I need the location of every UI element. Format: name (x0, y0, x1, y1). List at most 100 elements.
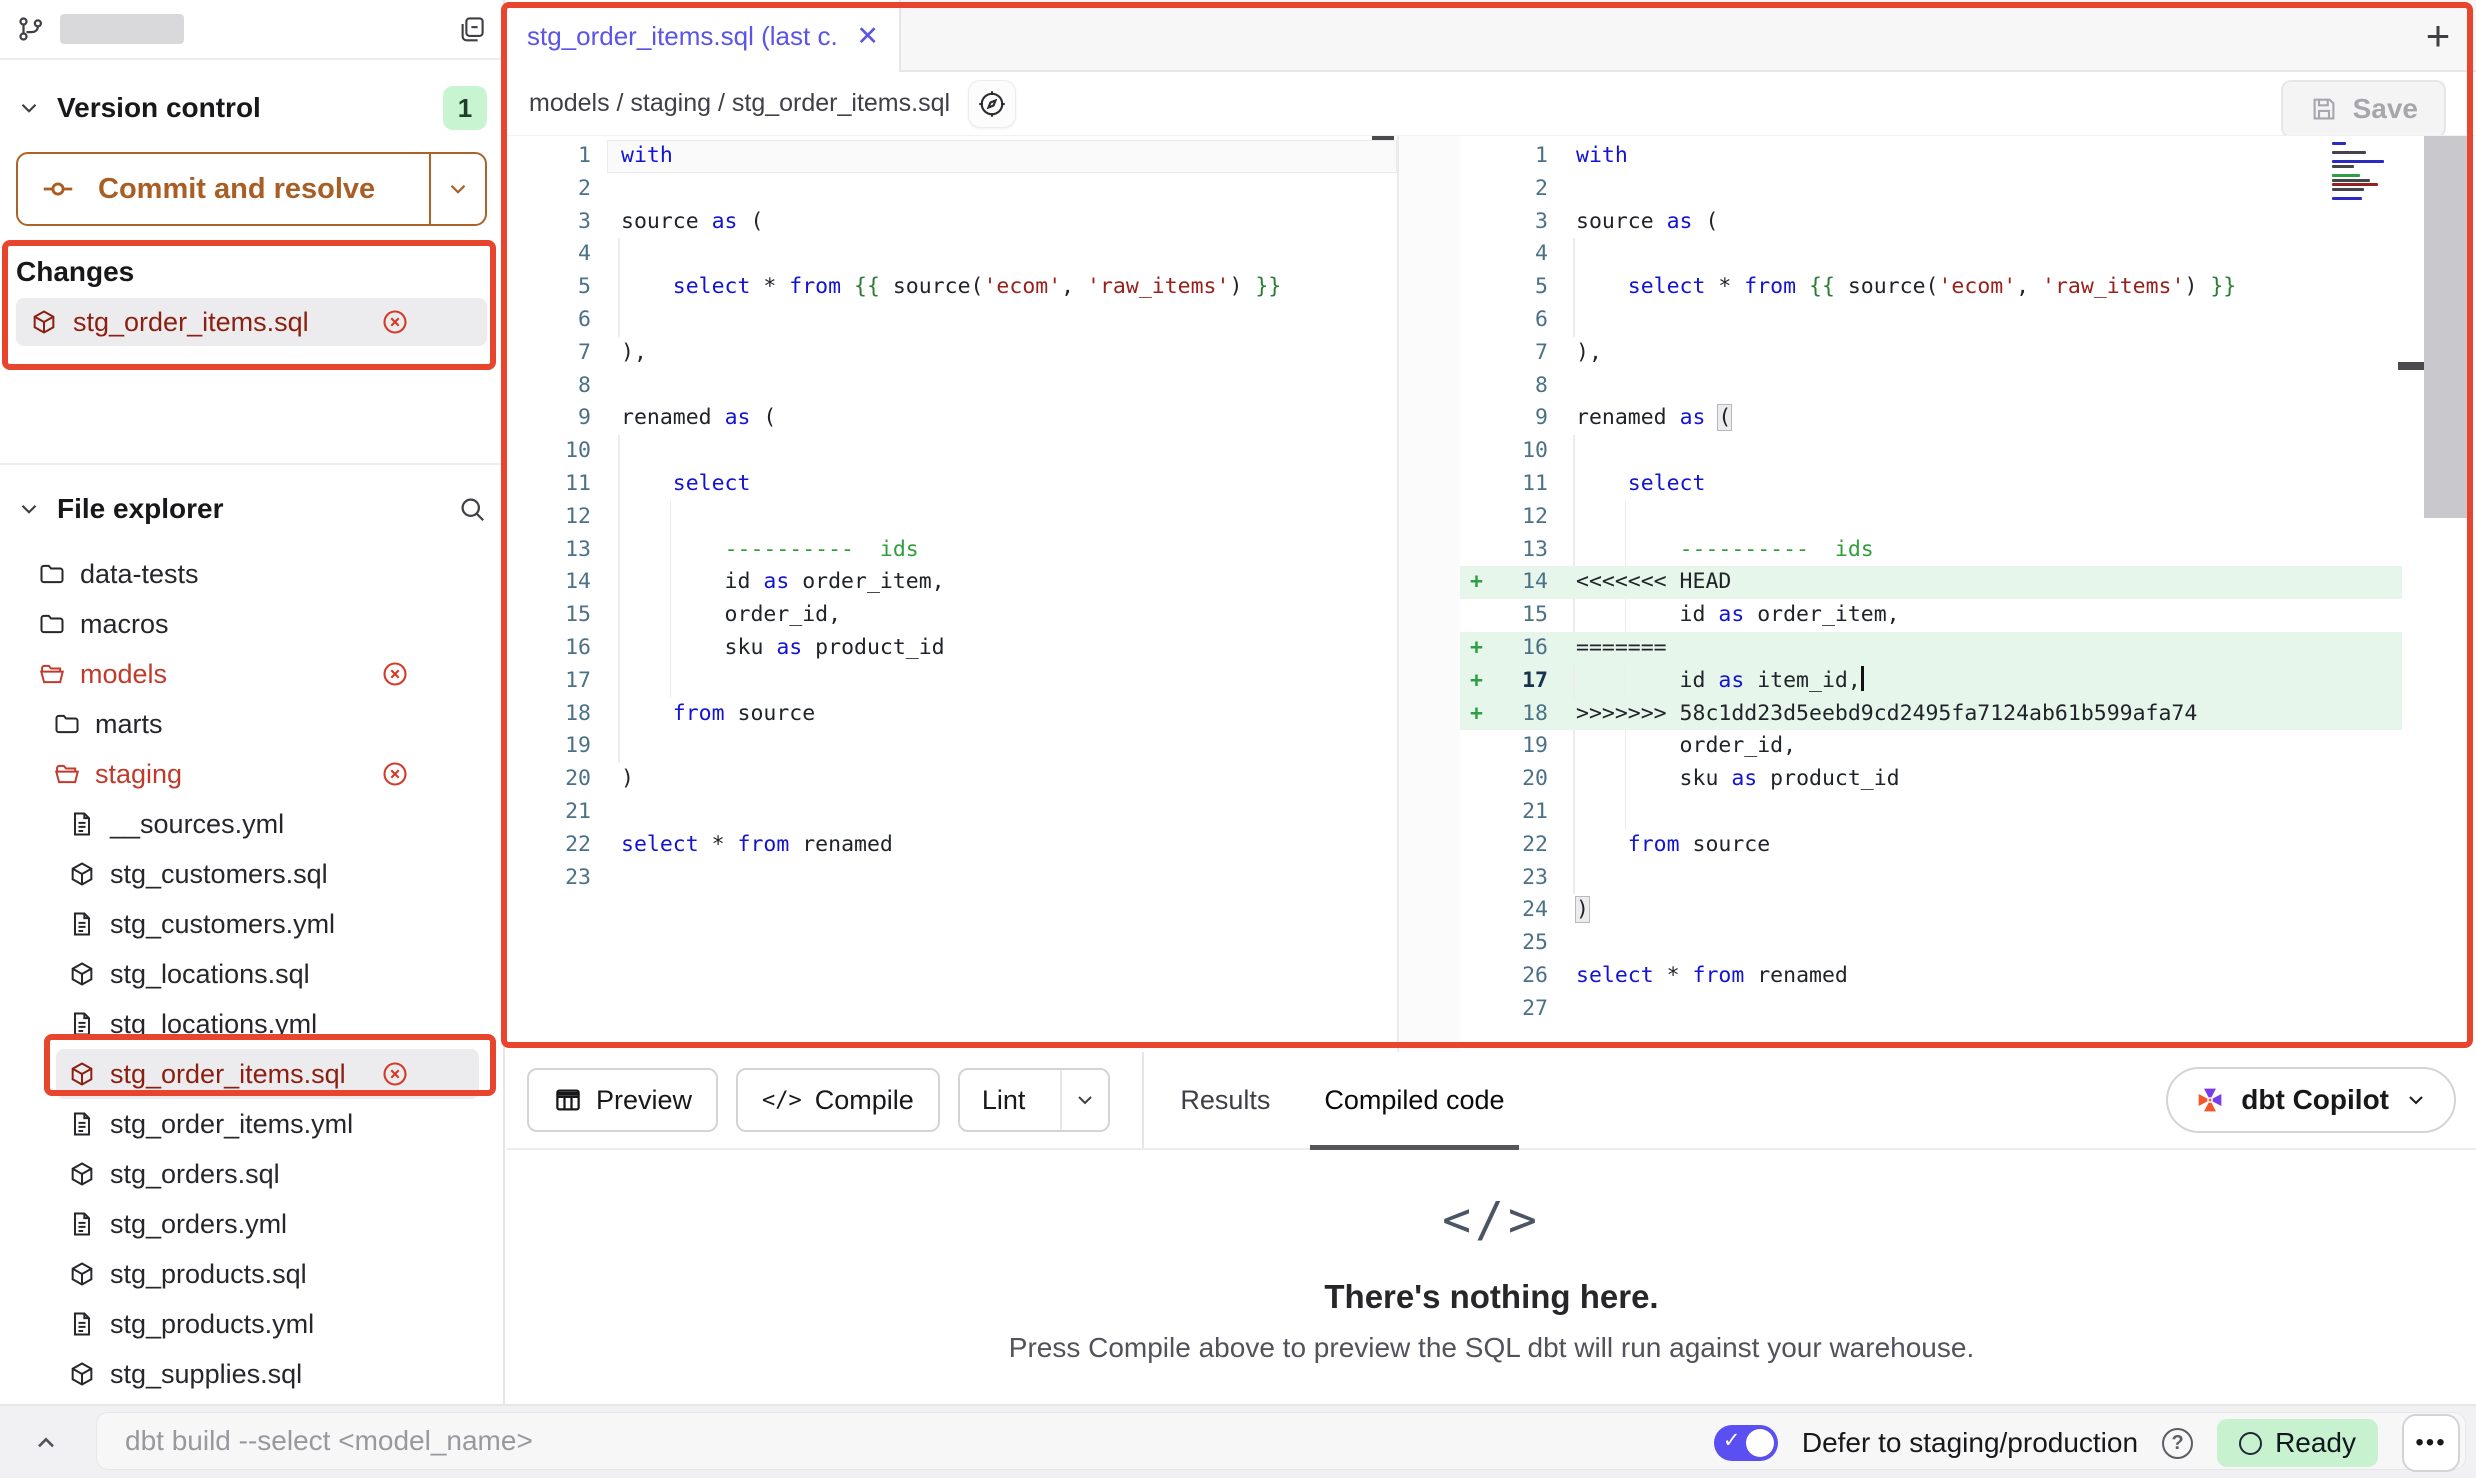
code-line[interactable]: 13 ---------- ids (1460, 534, 2402, 567)
code-line[interactable]: 11 select (1460, 468, 2402, 501)
code-line[interactable]: 8 (1460, 370, 2402, 403)
compass-icon[interactable] (968, 80, 1016, 128)
code-line[interactable]: 5 select * from {{ source('ecom', 'raw_i… (1460, 271, 2402, 304)
code-line[interactable]: 14 id as order_item, (507, 566, 1397, 599)
code-line[interactable]: 11 select (507, 468, 1397, 501)
save-button[interactable]: Save (2281, 80, 2446, 138)
file-tree-item-stg-orders-sql[interactable]: stg_orders.sql (16, 1149, 487, 1199)
code-line[interactable]: 9renamed as ( (507, 402, 1397, 435)
file-tree-item-staging[interactable]: staging (16, 749, 487, 799)
code-line[interactable]: 9renamed as ( (1460, 402, 2402, 435)
close-tab-icon[interactable]: ✕ (856, 21, 879, 52)
code-line[interactable]: 2 (1460, 173, 2402, 206)
code-line[interactable]: 13 ---------- ids (507, 534, 1397, 567)
code-line[interactable]: 27 (1460, 993, 2402, 1026)
defer-toggle[interactable]: ✓ (1714, 1425, 1778, 1461)
file-tree-item-stg-order-items-sql[interactable]: stg_order_items.sql (56, 1049, 479, 1099)
commit-and-resolve-button[interactable]: Commit and resolve (16, 152, 487, 226)
compile-button[interactable]: </> Compile (736, 1068, 940, 1132)
version-control-header[interactable]: Version control 1 (16, 90, 487, 126)
code-line[interactable]: 24) (1460, 894, 2402, 927)
code-line[interactable]: 6 (1460, 304, 2402, 337)
file-tree-item-stg-products-yml[interactable]: stg_products.yml (16, 1299, 487, 1349)
file-tree-item-stg-order-items-yml[interactable]: stg_order_items.yml (16, 1099, 487, 1149)
code-line[interactable]: 17 (507, 665, 1397, 698)
right-pane-scrollbar-thumb[interactable] (2424, 136, 2470, 518)
expand-runner-icon[interactable] (22, 1422, 70, 1466)
file-tree-item--sources-yml[interactable]: __sources.yml (16, 799, 487, 849)
file-tree-item-models[interactable]: models (16, 649, 487, 699)
copy-files-icon[interactable] (457, 14, 487, 44)
discard-change-icon[interactable] (381, 308, 409, 336)
tab-compiled-code[interactable]: Compiled code (1310, 1051, 1518, 1149)
more-options-button[interactable]: ••• (2402, 1414, 2460, 1472)
file-tree-item-stg-supplies-sql[interactable]: stg_supplies.sql (16, 1349, 487, 1399)
file-tree-item-stg-customers-sql[interactable]: stg_customers.sql (16, 849, 487, 899)
code-line[interactable]: 2 (507, 173, 1397, 206)
code-line[interactable]: 6 (507, 304, 1397, 337)
code-line[interactable]: 19 order_id, (1460, 730, 2402, 763)
file-tree-item-stg-locations-sql[interactable]: stg_locations.sql (16, 949, 487, 999)
tab-results[interactable]: Results (1166, 1051, 1284, 1149)
code-line[interactable]: 15 id as order_item, (1460, 599, 2402, 632)
discard-change-icon[interactable] (381, 760, 409, 788)
code-line[interactable]: +16======= (1460, 632, 2402, 665)
changed-file-row[interactable]: stg_order_items.sql (16, 298, 487, 346)
code-line[interactable]: 20 sku as product_id (1460, 763, 2402, 796)
search-icon[interactable] (457, 494, 487, 524)
code-line[interactable]: 23 (507, 862, 1397, 895)
discard-change-icon[interactable] (381, 660, 409, 688)
file-tree-item-label: data-tests (80, 559, 199, 590)
new-tab-button[interactable]: + (2412, 10, 2464, 62)
code-line[interactable]: 19 (507, 730, 1397, 763)
code-line[interactable]: 1with (1460, 140, 2402, 173)
code-line[interactable]: 12 (1460, 501, 2402, 534)
file-tree-item-macros[interactable]: macros (16, 599, 487, 649)
code-line[interactable]: 16 sku as product_id (507, 632, 1397, 665)
code-line[interactable]: 10 (1460, 435, 2402, 468)
preview-button[interactable]: Preview (527, 1068, 718, 1132)
lint-button[interactable]: Lint (958, 1068, 1111, 1132)
file-explorer-header[interactable]: File explorer (16, 491, 487, 527)
code-line[interactable]: +17 id as item_id, (1460, 665, 2402, 698)
discard-change-icon[interactable] (381, 1060, 409, 1088)
code-line[interactable]: 18 from source (507, 698, 1397, 731)
code-line[interactable]: 23 (1460, 862, 2402, 895)
editor-pane-modified[interactable]: 1with23source as (45 select * from {{ so… (1460, 136, 2476, 1052)
file-tree-item-stg-products-sql[interactable]: stg_products.sql (16, 1249, 487, 1299)
code-line[interactable]: 15 order_id, (507, 599, 1397, 632)
code-line[interactable]: 10 (507, 435, 1397, 468)
code-line[interactable]: 7), (507, 337, 1397, 370)
editor-pane-original[interactable]: 1with23source as (45 select * from {{ so… (507, 136, 1397, 1052)
code-line[interactable]: 22select * from renamed (507, 829, 1397, 862)
diff-gutter (1460, 796, 1496, 829)
commit-options-dropdown[interactable] (429, 154, 485, 224)
help-icon[interactable]: ? (2162, 1428, 2193, 1459)
file-tree-item-data-tests[interactable]: data-tests (16, 549, 487, 599)
code-line[interactable]: 21 (507, 796, 1397, 829)
code-line[interactable]: 8 (507, 370, 1397, 403)
lint-dropdown[interactable] (1060, 1070, 1108, 1130)
code-line[interactable]: +18>>>>>>> 58c1dd23d5eebd9cd2495fa7124ab… (1460, 698, 2402, 731)
code-line[interactable]: 21 (1460, 796, 2402, 829)
code-line[interactable]: 25 (1460, 927, 2402, 960)
code-line[interactable]: 26select * from renamed (1460, 960, 2402, 993)
code-line[interactable]: 1with (507, 140, 1397, 173)
code-line[interactable]: 22 from source (1460, 829, 2402, 862)
file-tree-item-stg-customers-yml[interactable]: stg_customers.yml (16, 899, 487, 949)
code-line[interactable]: 4 (1460, 238, 2402, 271)
tab-stg-order-items[interactable]: stg_order_items.sql (last c... ✕ (507, 0, 901, 72)
code-line[interactable]: 3source as ( (1460, 206, 2402, 239)
code-line[interactable]: +14<<<<<<< HEAD (1460, 566, 2402, 599)
code-line[interactable]: 3source as ( (507, 206, 1397, 239)
code-line[interactable]: 5 select * from {{ source('ecom', 'raw_i… (507, 271, 1397, 304)
line-number: 16 (507, 632, 607, 665)
code-line[interactable]: 20) (507, 763, 1397, 796)
file-tree-item-stg-orders-yml[interactable]: stg_orders.yml (16, 1199, 487, 1249)
dbt-copilot-button[interactable]: dbt Copilot (2166, 1067, 2456, 1133)
code-line[interactable]: 7), (1460, 337, 2402, 370)
code-line[interactable]: 12 (507, 501, 1397, 534)
file-tree-item-marts[interactable]: marts (16, 699, 487, 749)
code-line[interactable]: 4 (507, 238, 1397, 271)
file-tree-item-stg-locations-yml[interactable]: stg_locations.yml (16, 999, 487, 1049)
